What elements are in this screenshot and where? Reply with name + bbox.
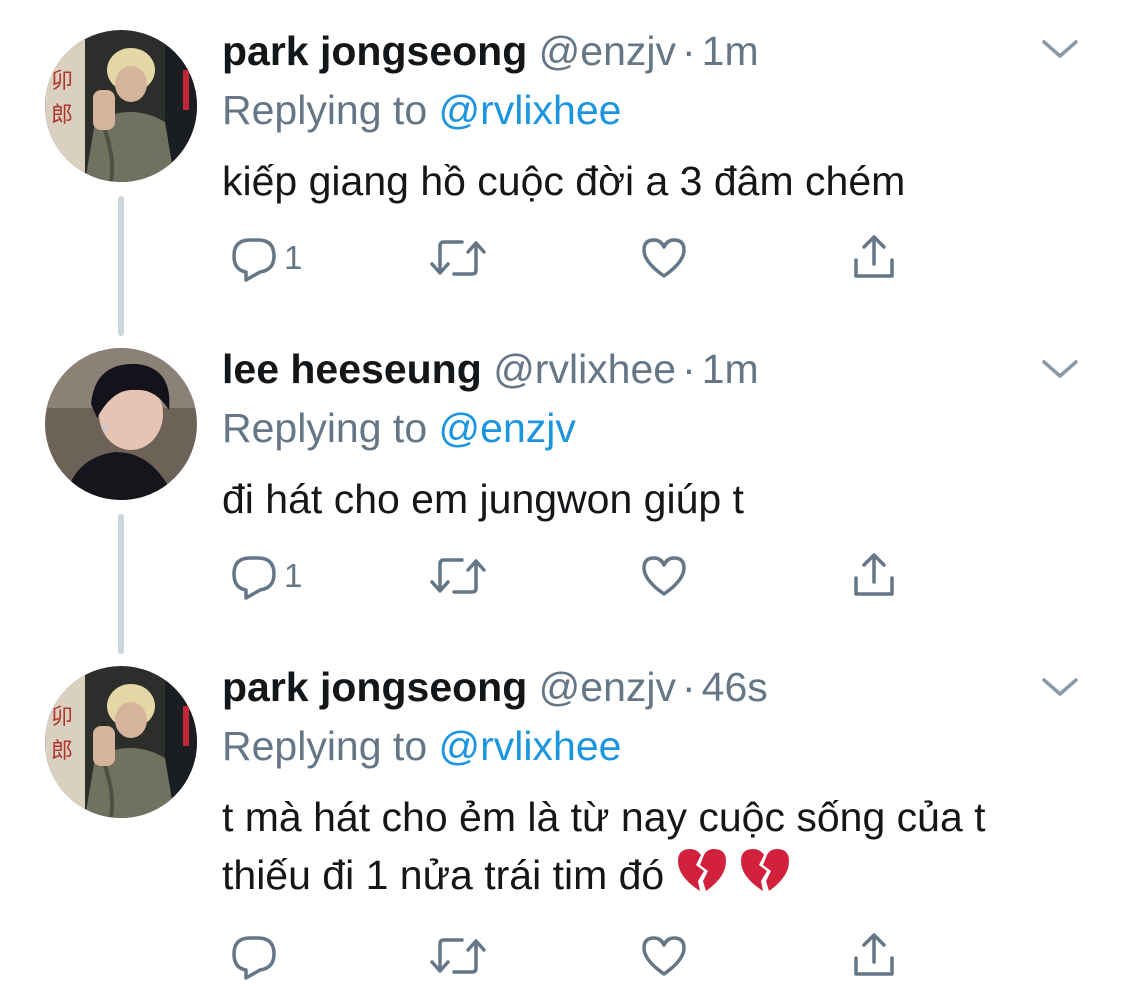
tweet-text: t mà hát cho ẻm là từ nay cuộc sống của … [222,788,1092,904]
tweet-actions [228,930,928,982]
replying-to: Replying to @enzjv [222,402,576,454]
user-handle[interactable]: @rvlixhee [493,346,676,392]
avatar[interactable] [45,348,197,500]
tweet[interactable]: 卯 郎 park jongseong @enzjv · 1m Replying to… [0,0,1125,320]
avatar[interactable]: 卯 郎 [45,666,197,818]
share-button[interactable] [848,930,900,982]
reply-to-handle[interactable]: @rvlixhee [439,723,622,769]
display-name[interactable]: park jongseong [222,28,527,74]
separator-dot: · [682,664,696,710]
reply-to-handle[interactable]: @rvlixhee [439,87,622,133]
reply-button[interactable] [228,930,284,982]
reply-button[interactable]: 1 [228,232,302,284]
reply-icon [232,556,276,600]
share-icon [854,553,894,596]
timestamp[interactable]: 1m [702,28,759,74]
svg-text:卯: 卯 [51,69,73,94]
tweet-text-line-2: thiếu đi 1 nửa trái tim đó [222,846,1092,904]
tweet-text-line: kiếp giang hồ cuộc đời a 3 đâm chém [222,158,906,204]
reply-count: 1 [284,239,303,276]
tweet-header: lee heeseung @rvlixhee · 1m [222,344,759,394]
retweet-icon [430,558,486,594]
share-button[interactable] [848,232,900,284]
tweet-text: đi hát cho em jungwon giúp t [222,470,1092,528]
like-button[interactable] [638,930,690,982]
heart-icon [642,556,686,596]
timestamp[interactable]: 1m [702,346,759,392]
share-icon [854,235,894,278]
tweet-actions: 1 [228,232,928,284]
chevron-down-icon[interactable] [1040,36,1080,64]
separator-dot: · [682,28,696,74]
reply-to-handle[interactable]: @enzjv [439,405,576,451]
timestamp[interactable]: 46s [702,664,768,710]
reply-count: 1 [284,557,303,594]
tweet-header: park jongseong @enzjv · 46s [222,662,768,712]
svg-text:郎: 郎 [51,739,73,764]
broken-heart-icon [677,849,726,891]
tweet-text-line: t mà hát cho ẻm là từ nay cuộc sống của … [222,794,986,840]
tweet-text-line: đi hát cho em jungwon giúp t [222,476,744,522]
tweet-text: kiếp giang hồ cuộc đời a 3 đâm chém [222,152,1092,210]
share-button[interactable] [848,550,900,602]
user-handle[interactable]: @enzjv [539,28,676,74]
tweet[interactable]: 卯 郎 park jongseong @enzjv · 46s Replying t… [0,638,1125,1008]
replying-to-label: Replying to [222,723,428,769]
replying-to-label: Replying to [222,405,428,451]
broken-heart-icon [741,849,790,891]
replying-to: Replying to @rvlixhee [222,720,621,772]
heart-icon [642,238,686,278]
like-button[interactable] [638,550,690,602]
separator-dot: · [682,346,696,392]
tweet-actions: 1 [228,550,928,602]
retweet-button[interactable] [428,232,488,284]
retweet-button[interactable] [428,550,488,602]
chevron-down-icon[interactable] [1040,356,1080,384]
tweet-header: park jongseong @enzjv · 1m [222,26,759,76]
svg-text:卯: 卯 [51,705,73,730]
retweet-icon [430,240,486,276]
tweet[interactable]: lee heeseung @rvlixhee · 1m Replying to @e… [0,320,1125,638]
chevron-down-icon[interactable] [1040,674,1080,702]
display-name[interactable]: park jongseong [222,664,527,710]
replying-to-label: Replying to [222,87,428,133]
reply-icon [232,238,276,282]
user-handle[interactable]: @enzjv [539,664,676,710]
retweet-icon [430,938,486,974]
display-name[interactable]: lee heeseung [222,346,482,392]
reply-button[interactable]: 1 [228,550,302,602]
heart-icon [642,936,686,976]
replying-to: Replying to @rvlixhee [222,84,621,136]
avatar[interactable]: 卯 郎 [45,30,197,182]
reply-icon [232,936,276,980]
share-icon [854,933,894,976]
retweet-button[interactable] [428,930,488,982]
svg-text:郎: 郎 [51,103,73,128]
tweet-text-line: thiếu đi 1 nửa trái tim đó [222,852,665,898]
like-button[interactable] [638,232,690,284]
